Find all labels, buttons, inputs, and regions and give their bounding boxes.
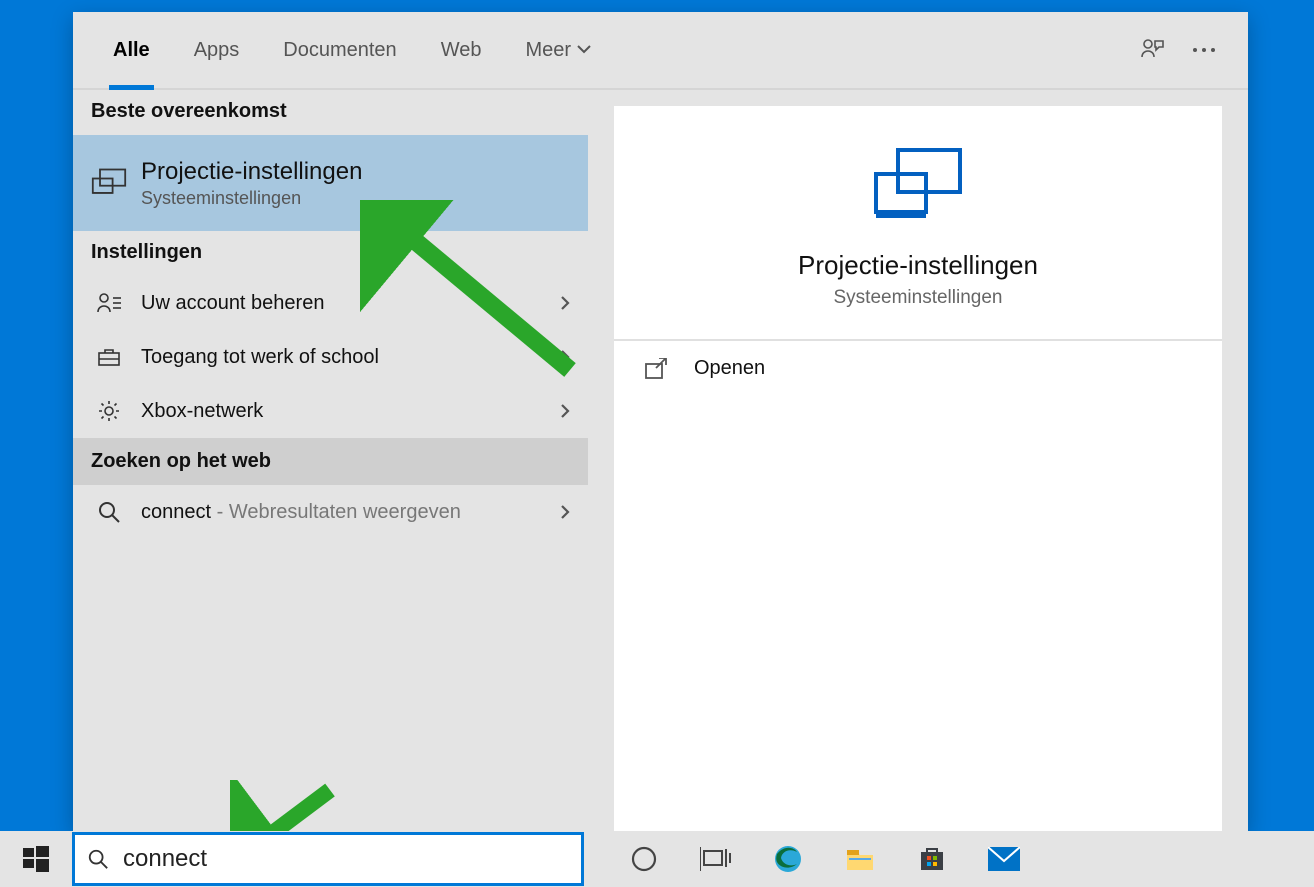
section-web-search: Zoeken op het web [73,438,588,485]
search-icon [87,848,109,870]
preview-subtitle: Systeeminstellingen [834,287,1003,309]
edge-icon[interactable] [752,831,824,887]
taskbar-search[interactable] [72,832,584,886]
chevron-right-icon [560,349,570,365]
display-icon [91,166,127,200]
tab-documents[interactable]: Documenten [261,12,418,88]
more-options-icon[interactable] [1178,24,1230,76]
result-title: Toegang tot werk of school [141,346,560,369]
search-filter-tabs: Alle Apps Documenten Web Meer [73,12,1248,90]
result-best-match[interactable]: Projectie-instellingen Systeeminstelling… [73,135,588,231]
result-title: Xbox-netwerk [141,400,560,423]
open-icon [644,358,676,380]
preview-card: Projectie-instellingen Systeeminstelling… [614,106,1222,831]
tab-web[interactable]: Web [419,12,504,88]
tab-more[interactable]: Meer [503,12,613,88]
search-panel: Alle Apps Documenten Web Meer Be [73,12,1248,831]
gear-icon [91,399,127,423]
section-best-match: Beste overeenkomst [73,90,588,135]
search-input[interactable] [123,845,569,873]
web-suffix: - Webresultaten weergeven [211,501,461,523]
tab-apps[interactable]: Apps [172,12,262,88]
file-explorer-icon[interactable] [824,831,896,887]
result-title: Projectie-instellingen [141,158,570,186]
result-account-settings[interactable]: Uw account beheren [73,276,588,330]
cortana-icon[interactable] [608,831,680,887]
search-icon [91,500,127,524]
taskbar [0,831,1314,887]
web-term: connect [141,501,211,523]
result-xbox-network[interactable]: Xbox-netwerk [73,384,588,438]
results-column: Beste overeenkomst Projectie-instellinge… [73,90,588,831]
tab-more-label: Meer [525,39,571,62]
preview-column: Projectie-instellingen Systeeminstelling… [588,90,1248,831]
chevron-down-icon [577,45,591,55]
chevron-right-icon [560,403,570,419]
result-title: connect - Webresultaten weergeven [141,501,560,524]
result-work-school[interactable]: Toegang tot werk of school [73,330,588,384]
tab-all[interactable]: Alle [91,12,172,88]
search-body: Beste overeenkomst Projectie-instellinge… [73,90,1248,831]
start-button[interactable] [0,831,72,887]
chevron-right-icon [560,504,570,520]
result-web-search[interactable]: connect - Webresultaten weergeven [73,485,588,539]
action-open[interactable]: Openen [614,341,1222,396]
result-subtitle: Systeeminstellingen [141,188,570,209]
task-view-icon[interactable] [680,831,752,887]
mail-icon[interactable] [968,831,1040,887]
preview-title: Projectie-instellingen [798,250,1038,281]
feedback-icon[interactable] [1126,24,1178,76]
result-title: Uw account beheren [141,292,560,315]
section-settings: Instellingen [73,231,588,276]
chevron-right-icon [560,295,570,311]
store-icon[interactable] [896,831,968,887]
display-icon [868,144,968,224]
briefcase-icon [91,347,127,367]
account-icon [91,292,127,314]
action-label: Openen [694,357,765,380]
